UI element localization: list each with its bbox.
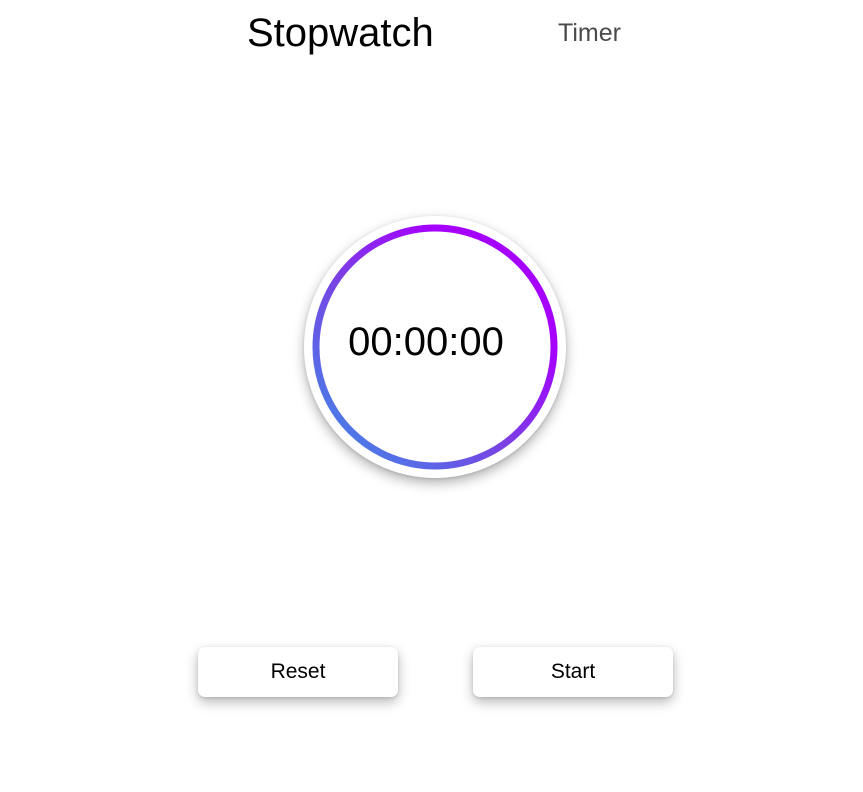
stopwatch-dial: 00:00:00 — [304, 216, 566, 478]
tab-timer[interactable]: Timer — [558, 19, 621, 48]
elapsed-time-display: 00:00:00 — [348, 320, 504, 364]
mode-tabs: Stopwatch Timer — [0, 0, 863, 70]
start-button[interactable]: Start — [473, 647, 673, 697]
stopwatch-page: Stopwatch Timer 00:00:00 Reset Start — [0, 0, 863, 792]
tab-stopwatch[interactable]: Stopwatch — [247, 11, 434, 56]
reset-button[interactable]: Reset — [198, 647, 398, 697]
